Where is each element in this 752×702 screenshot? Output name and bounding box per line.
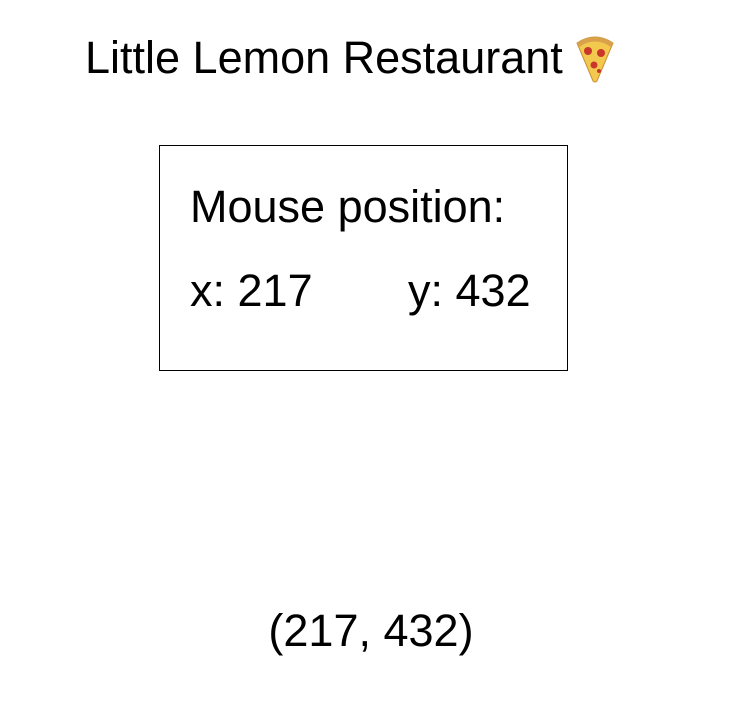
x-coordinate: x: 217 [190, 266, 313, 316]
x-label: x: [190, 265, 226, 316]
page-title: Little Lemon Restaurant [85, 32, 563, 83]
mouse-position-heading: Mouse position: [190, 181, 506, 232]
title-row: Little Lemon Restaurant [85, 30, 617, 86]
cursor-coordinates-text: (217, 432) [268, 605, 474, 656]
y-coordinate: y: 432 [408, 266, 531, 316]
mouse-position-panel: Mouse position: x: 217 y: 432 [159, 145, 568, 371]
x-value: 217 [237, 265, 313, 316]
y-value: 432 [455, 265, 531, 316]
cursor-coordinates-readout: (217, 432) [0, 603, 752, 659]
y-label: y: [408, 265, 444, 316]
pizza-icon [573, 33, 617, 83]
